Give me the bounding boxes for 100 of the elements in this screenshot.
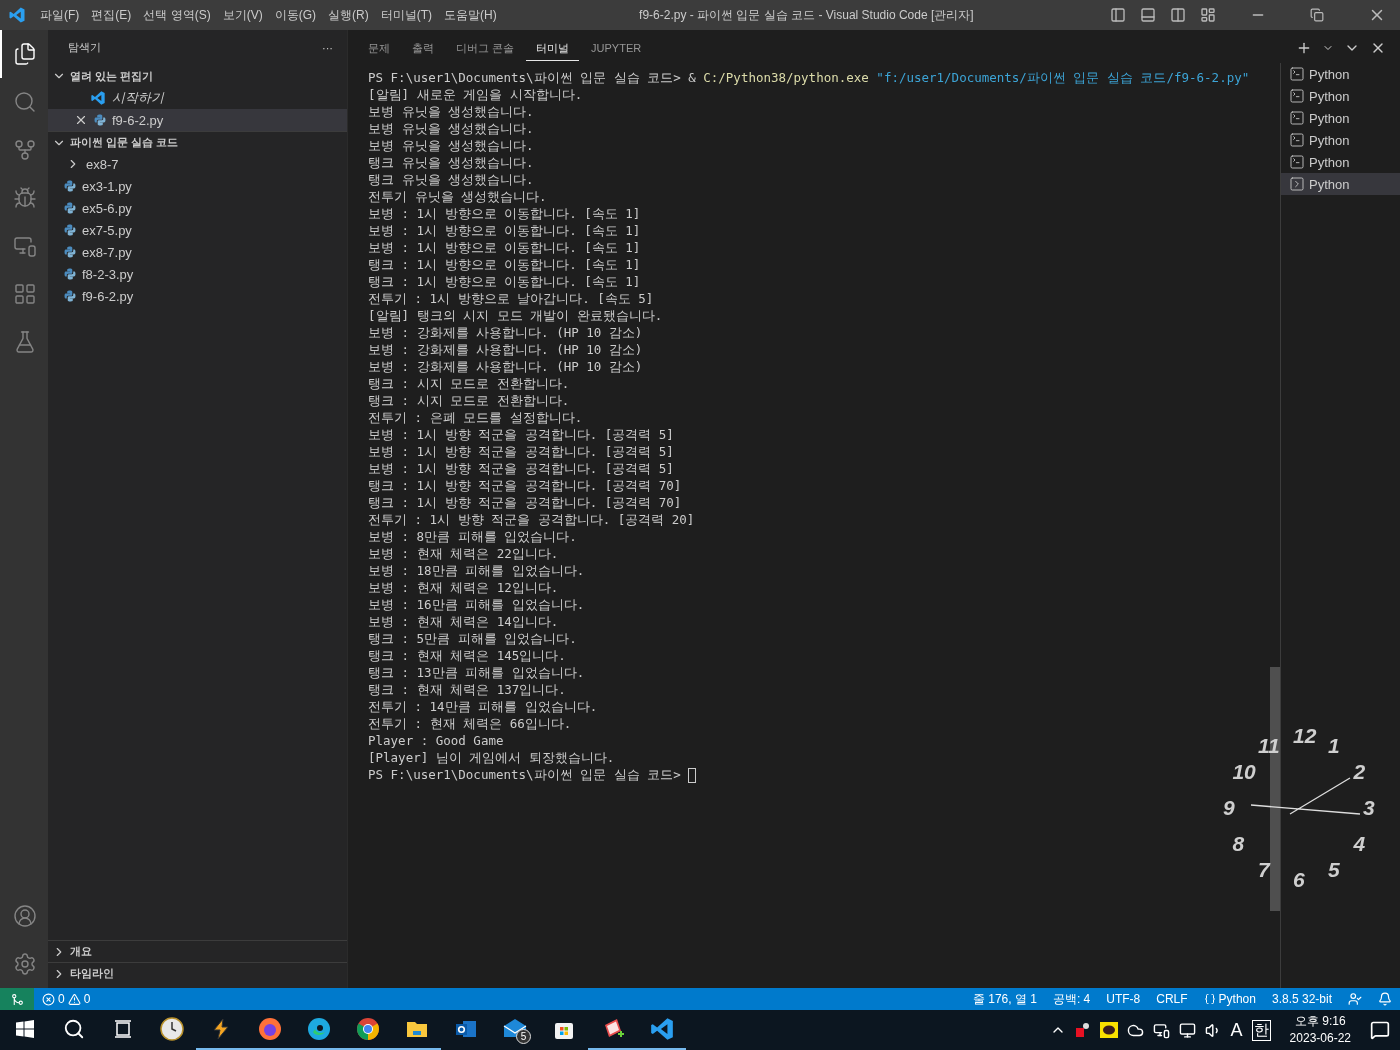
search-icon[interactable] xyxy=(62,1018,85,1040)
python-file-icon xyxy=(64,180,76,192)
clock-icon xyxy=(159,1017,184,1041)
python-file-icon xyxy=(64,290,76,302)
terminal-icon xyxy=(1289,88,1305,104)
terminal-icon xyxy=(1289,132,1305,148)
display-icon[interactable] xyxy=(1152,1021,1170,1039)
vscode-icon xyxy=(648,1016,675,1042)
file-item[interactable]: ex8-7.py xyxy=(48,241,347,263)
section-header[interactable]: 개요 xyxy=(48,940,347,962)
count-badge: 5 xyxy=(516,1029,531,1044)
split-layout-icon[interactable] xyxy=(1170,7,1186,23)
clock-numeral: 7 xyxy=(1258,858,1270,883)
clock-numeral: 8 xyxy=(1232,832,1245,856)
terminal-icon xyxy=(1289,66,1305,82)
terminal-list-item[interactable]: Python xyxy=(1281,85,1400,107)
terminal-list-item[interactable]: Python xyxy=(1281,173,1400,195)
file-item[interactable]: f9-6-2.py xyxy=(48,285,347,307)
close-icon[interactable] xyxy=(74,113,88,127)
menu-item[interactable]: 실행(R) xyxy=(322,6,375,24)
warning-icon xyxy=(67,992,81,1006)
notification-center-icon[interactable] xyxy=(1370,1020,1390,1040)
folder-item[interactable]: ex8-7 xyxy=(48,153,347,175)
edge-icon xyxy=(306,1017,331,1041)
account-icon[interactable] xyxy=(13,904,37,928)
file-item[interactable]: ex7-5.py xyxy=(48,219,347,241)
menu-item[interactable]: 이동(G) xyxy=(268,6,322,24)
status-item[interactable]: Python xyxy=(1195,992,1264,1006)
python-file-icon xyxy=(94,114,106,126)
status-item[interactable]: CRLF xyxy=(1148,992,1196,1006)
more-actions-button[interactable]: ··· xyxy=(322,41,333,54)
python-file-icon xyxy=(64,224,76,236)
status-item[interactable]: UTF-8 xyxy=(1098,992,1149,1006)
error-icon xyxy=(42,992,55,1006)
taskbar-clock[interactable]: 오후 9:16 2023-06-22 xyxy=(1279,1013,1361,1047)
file-item[interactable]: ex3-1.py xyxy=(48,175,347,197)
remote-icon xyxy=(10,992,24,1006)
clock-numeral: 5 xyxy=(1328,858,1340,883)
panel-tab[interactable]: JUPYTER xyxy=(581,36,652,59)
network-icon[interactable] xyxy=(1178,1021,1196,1039)
menu-item[interactable]: 파일(F) xyxy=(34,6,86,24)
ime-indicator[interactable]: 한 xyxy=(1251,1019,1271,1041)
panel-tab[interactable]: 터미널 xyxy=(526,34,580,61)
toggle-sidebar-icon[interactable] xyxy=(1110,7,1126,23)
python-file-icon xyxy=(64,246,76,258)
terminal-icon xyxy=(1289,154,1305,170)
panel-tab[interactable]: 문제 xyxy=(358,34,400,61)
clock-numeral: 6 xyxy=(1293,868,1305,892)
window-title: f9-6-2.py - 파이썬 입문 실습 코드 - Visual Studio Code [관리자] xyxy=(639,6,974,24)
status-item[interactable]: 줄 176, 열 1 xyxy=(964,990,1045,1008)
clock-numeral: 10 xyxy=(1232,760,1256,784)
python-file-icon xyxy=(64,202,76,214)
section-header[interactable]: 타임라인 xyxy=(48,962,347,984)
menu-item[interactable]: 편집(E) xyxy=(85,6,138,24)
terminal-list-item[interactable]: Python xyxy=(1281,107,1400,129)
chrome-icon xyxy=(355,1017,380,1041)
menu-item[interactable]: 선택 영역(S) xyxy=(137,6,217,24)
vscode-logo-icon xyxy=(8,6,26,24)
sidebar-title: 탐색기 xyxy=(68,40,101,55)
clock-numeral: 12 xyxy=(1293,724,1317,748)
customize-layout-icon[interactable] xyxy=(1200,7,1216,23)
clock-numeral: 4 xyxy=(1353,832,1366,856)
problems-indicator[interactable]: 0 0 xyxy=(34,992,99,1006)
terminal-list-item[interactable]: Python xyxy=(1281,151,1400,173)
restore-icon[interactable] xyxy=(1310,8,1324,22)
panel-tab[interactable]: 출력 xyxy=(402,34,444,61)
python-file-icon xyxy=(64,268,76,280)
vscode-logo-icon xyxy=(90,90,106,106)
menu-item[interactable]: 터미널(T) xyxy=(374,6,438,24)
status-item[interactable]: 공백: 4 xyxy=(1044,990,1099,1008)
notifications-icon[interactable] xyxy=(1378,992,1392,1006)
clock-numeral: 3 xyxy=(1363,796,1375,820)
settings-icon[interactable] xyxy=(13,952,37,976)
clock-numeral: 1 xyxy=(1328,733,1340,758)
task-view-icon[interactable] xyxy=(113,1020,132,1038)
firefox-icon xyxy=(257,1017,282,1041)
braces-icon xyxy=(1203,993,1216,1005)
panel-tab[interactable]: 디버그 콘솔 xyxy=(446,34,525,61)
remote-button[interactable] xyxy=(0,988,34,1010)
terminal-icon xyxy=(1289,110,1305,126)
input-mode-indicator[interactable]: A xyxy=(1230,1019,1243,1041)
section-header[interactable]: 파이썬 입문 실습 코드 xyxy=(48,131,347,153)
file-item[interactable]: f8-2-3.py xyxy=(48,263,347,285)
status-item[interactable]: 3.8.5 32-bit xyxy=(1263,992,1340,1006)
windows-logo-icon[interactable] xyxy=(15,1020,34,1038)
file-item[interactable]: ex5-6.py xyxy=(48,197,347,219)
open-editor-item[interactable]: f9-6-2.py xyxy=(48,109,347,131)
terminal-list-item[interactable]: Python xyxy=(1281,129,1400,151)
app-tray-icon[interactable] xyxy=(1074,1022,1091,1038)
toggle-panel-icon[interactable] xyxy=(1140,7,1156,23)
chat-bubble-icon[interactable] xyxy=(1099,1022,1118,1038)
feedback-icon[interactable] xyxy=(1348,992,1362,1006)
section-header[interactable]: 열려 있는 편집기 xyxy=(48,65,347,87)
terminal-icon xyxy=(1289,176,1305,192)
menu-item[interactable]: 보기(V) xyxy=(216,6,269,24)
clock-numeral: 11 xyxy=(1258,733,1280,758)
clock-numeral: 2 xyxy=(1353,760,1366,784)
menu-item[interactable]: 도움말(H) xyxy=(438,6,503,24)
terminal-list-item[interactable]: Python xyxy=(1281,63,1400,85)
open-editor-item[interactable]: 시작하기 xyxy=(48,87,347,109)
